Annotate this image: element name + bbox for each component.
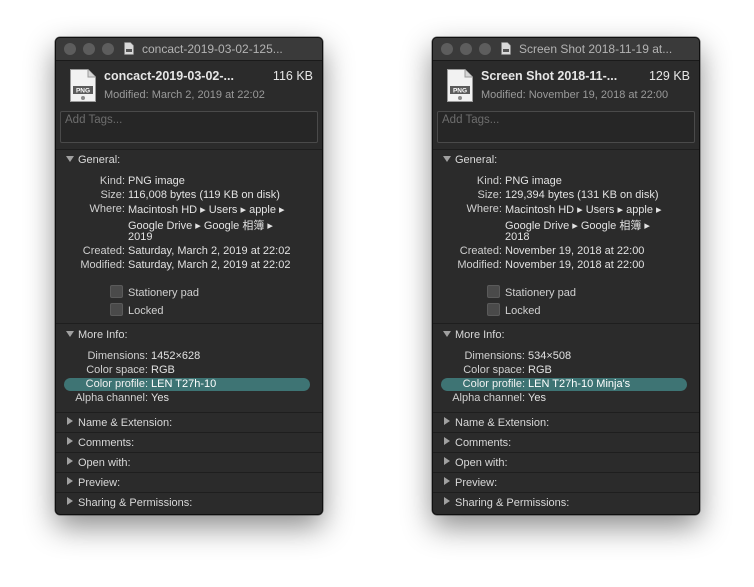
disclosure-triangle-icon[interactable] (444, 497, 450, 505)
open-with-section-header[interactable]: Open with: (443, 457, 508, 469)
modified-date: Modified: March 2, 2019 at 22:02 (104, 89, 265, 101)
disclosure-triangle-icon[interactable] (443, 156, 451, 162)
general-section-header[interactable]: General: (443, 154, 497, 166)
window-zoom-icon[interactable] (102, 43, 114, 55)
title-bar[interactable]: Screen Shot 2018-11-19 at... (433, 38, 699, 61)
divider (433, 412, 699, 413)
tags-field[interactable] (437, 111, 695, 143)
disclosure-triangle-icon[interactable] (66, 331, 74, 337)
file-proxy-icon[interactable] (501, 42, 511, 55)
locked-checkbox[interactable]: Locked (487, 303, 540, 317)
tags-input[interactable] (438, 112, 692, 128)
sharing-permissions-section-header[interactable]: Sharing & Permissions: (66, 497, 192, 509)
disclosure-triangle-icon[interactable] (67, 477, 73, 485)
svg-text:PNG: PNG (76, 88, 90, 95)
preview-section-header[interactable]: Preview: (443, 477, 497, 489)
tags-field[interactable] (60, 111, 318, 143)
disclosure-triangle-icon[interactable] (67, 497, 73, 505)
png-file-icon[interactable]: PNG (70, 69, 96, 102)
disclosure-triangle-icon[interactable] (444, 477, 450, 485)
window-close-icon[interactable] (441, 43, 453, 55)
comments-section-header[interactable]: Comments: (443, 437, 511, 449)
name-extension-section-header[interactable]: Name & Extension: (66, 417, 172, 429)
preview-section-header[interactable]: Preview: (66, 477, 120, 489)
divider (433, 432, 699, 433)
more-info-section-header[interactable]: More Info: (66, 329, 128, 341)
comments-section-header[interactable]: Comments: (66, 437, 134, 449)
info-window-1: concact-2019-03-02-125... PNG concact-20… (55, 37, 323, 515)
checkbox-icon[interactable] (110, 303, 123, 316)
disclosure-triangle-icon[interactable] (443, 331, 451, 337)
window-minimize-icon[interactable] (83, 43, 95, 55)
file-header: PNG concact-2019-03-02-... 116 KB Modifi… (56, 61, 322, 111)
divider (433, 492, 699, 493)
file-name: Screen Shot 2018-11-... (481, 69, 618, 83)
window-zoom-icon[interactable] (479, 43, 491, 55)
divider (433, 452, 699, 453)
disclosure-triangle-icon[interactable] (67, 417, 73, 425)
divider (56, 452, 322, 453)
tags-input[interactable] (61, 112, 315, 128)
disclosure-triangle-icon[interactable] (444, 457, 450, 465)
divider (56, 472, 322, 473)
file-proxy-icon[interactable] (124, 42, 134, 55)
disclosure-triangle-icon[interactable] (444, 417, 450, 425)
divider (56, 323, 322, 324)
window-close-icon[interactable] (64, 43, 76, 55)
file-name: concact-2019-03-02-... (104, 69, 234, 83)
disclosure-triangle-icon[interactable] (67, 457, 73, 465)
checkbox-icon[interactable] (487, 285, 500, 298)
disclosure-triangle-icon[interactable] (67, 437, 73, 445)
divider (433, 323, 699, 324)
divider (56, 492, 322, 493)
file-size: 129 KB (648, 69, 690, 83)
modified-date: Modified: November 19, 2018 at 22:00 (481, 89, 669, 101)
window-title: Screen Shot 2018-11-19 at... (519, 42, 673, 56)
locked-checkbox[interactable]: Locked (110, 303, 163, 317)
checkbox-icon[interactable] (487, 303, 500, 316)
disclosure-triangle-icon[interactable] (66, 156, 74, 162)
checkbox-icon[interactable] (110, 285, 123, 298)
title-bar[interactable]: concact-2019-03-02-125... (56, 38, 322, 61)
file-size: 116 KB (272, 69, 313, 83)
png-file-icon[interactable]: PNG (447, 69, 473, 102)
sharing-permissions-section-header[interactable]: Sharing & Permissions: (443, 497, 569, 509)
name-extension-section-header[interactable]: Name & Extension: (443, 417, 549, 429)
divider (433, 472, 699, 473)
stationery-pad-checkbox[interactable]: Stationery pad (487, 285, 576, 299)
open-with-section-header[interactable]: Open with: (66, 457, 131, 469)
more-info-section-header[interactable]: More Info: (443, 329, 505, 341)
svg-text:PNG: PNG (453, 88, 467, 95)
stationery-pad-checkbox[interactable]: Stationery pad (110, 285, 199, 299)
divider (56, 412, 322, 413)
disclosure-triangle-icon[interactable] (444, 437, 450, 445)
file-header: PNG Screen Shot 2018-11-... 129 KB Modif… (433, 61, 699, 111)
window-minimize-icon[interactable] (460, 43, 472, 55)
divider (56, 149, 322, 150)
divider (433, 149, 699, 150)
divider (56, 432, 322, 433)
window-title: concact-2019-03-02-125... (142, 42, 283, 56)
info-window-2: Screen Shot 2018-11-19 at... PNG Screen … (432, 37, 700, 515)
general-section-header[interactable]: General: (66, 154, 120, 166)
